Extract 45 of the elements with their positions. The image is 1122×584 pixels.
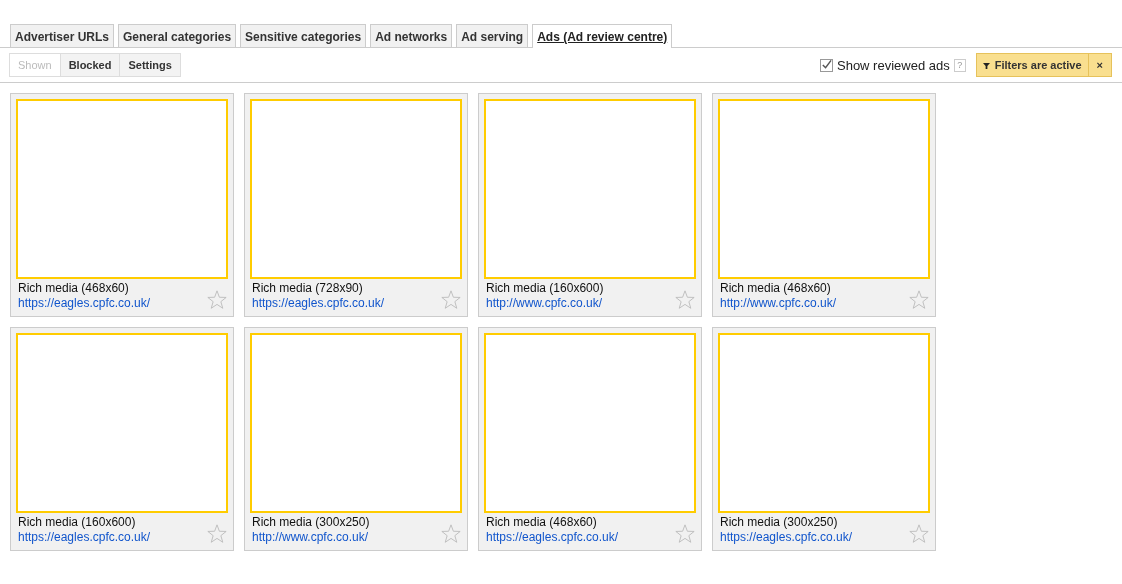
star-icon[interactable] (206, 523, 228, 545)
tab[interactable]: Ads (Ad review centre) (532, 24, 673, 48)
ad-url[interactable]: https://eagles.cpfc.co.uk/ (252, 296, 385, 311)
star-icon[interactable] (908, 289, 930, 311)
tab[interactable]: Ad serving (456, 24, 529, 47)
view-button[interactable]: Settings (119, 53, 181, 77)
star-icon[interactable] (206, 289, 228, 311)
ad-url[interactable]: https://eagles.cpfc.co.uk/ (18, 296, 151, 311)
ad-title: Rich media (160x600) (486, 281, 604, 296)
star-icon[interactable] (440, 523, 462, 545)
ad-card[interactable]: Rich media (160x600) https://eagles.cpfc.co.uk/ (10, 327, 234, 551)
ad-card[interactable]: Rich media (300x250) https://eagles.cpfc.co.uk/ (712, 327, 936, 551)
ad-title: Rich media (468x60) (720, 281, 832, 296)
filter-icon (982, 61, 990, 69)
star-icon[interactable] (674, 523, 696, 545)
ad-title: Rich media (468x60) (18, 281, 130, 296)
ad-card[interactable]: Rich media (728x90) https://eagles.cpfc.co.uk/ (244, 93, 468, 317)
star-icon[interactable] (908, 523, 930, 545)
ad-url[interactable]: http://www.cpfc.co.uk/ (252, 530, 370, 545)
tab[interactable]: Ad networks (370, 24, 453, 47)
clear-filters-button[interactable]: × (1088, 53, 1112, 77)
filters-button[interactable]: Filters are active (975, 53, 1089, 77)
ad-url[interactable]: http://www.cpfc.co.uk/ (486, 296, 604, 311)
ad-url[interactable]: http://www.cpfc.co.uk/ (720, 296, 837, 311)
ad-url[interactable]: https://eagles.cpfc.co.uk/ (486, 530, 619, 545)
ad-card[interactable]: Rich media (300x250) http://www.cpfc.co.uk/ (244, 327, 468, 551)
tab[interactable]: General categories (118, 24, 237, 47)
ad-title: Rich media (468x60) (486, 515, 598, 530)
ad-card[interactable]: Rich media (468x60) http://www.cpfc.co.uk/ (712, 93, 936, 317)
star-icon[interactable] (674, 289, 696, 311)
ad-card[interactable]: Rich media (160x600) http://www.cpfc.co.uk/ (478, 93, 702, 317)
ad-url[interactable]: https://eagles.cpfc.co.uk/ (18, 530, 151, 545)
ad-title: Rich media (728x90) (252, 281, 364, 296)
star-icon[interactable] (440, 289, 462, 311)
ad-url[interactable]: https://eagles.cpfc.co.uk/ (720, 530, 853, 545)
tab[interactable]: Sensitive categories (240, 24, 367, 47)
ad-title: Rich media (300x250) (720, 515, 839, 530)
ad-title: Rich media (160x600) (18, 515, 137, 530)
checkbox[interactable] (820, 58, 833, 72)
checkbox-label[interactable]: Show reviewed ads (837, 57, 950, 73)
view-button[interactable]: Blocked (59, 53, 121, 77)
tab[interactable]: Advertiser URLs (10, 24, 115, 47)
ad-card[interactable]: Rich media (468x60) https://eagles.cpfc.co.uk/ (478, 327, 702, 551)
ad-card[interactable]: Rich media (468x60) https://eagles.cpfc.co.uk/ (10, 93, 234, 317)
ad-title: Rich media (300x250) (252, 515, 370, 530)
